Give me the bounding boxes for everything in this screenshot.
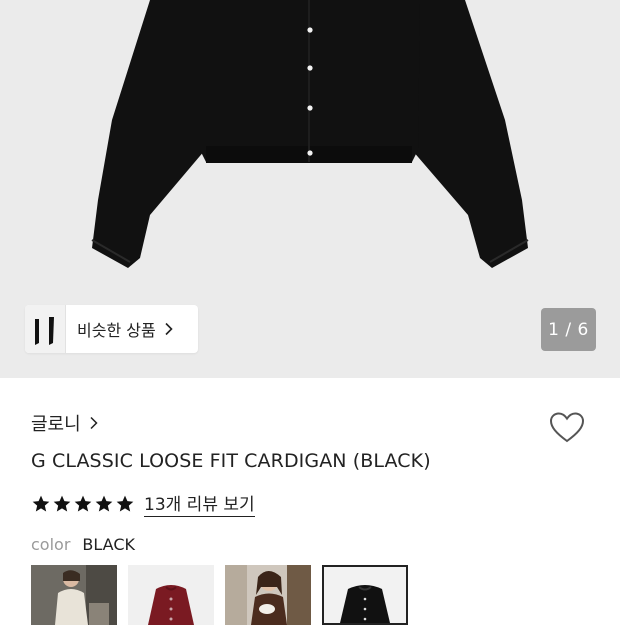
heart-icon[interactable]: [547, 408, 587, 448]
product-image-gallery[interactable]: 비슷한 상품 1 / 6: [0, 0, 620, 378]
selected-color-value: BLACK: [82, 535, 135, 554]
similar-thumb: [39, 305, 66, 353]
star-icon: [95, 495, 113, 511]
chevron-right-icon: [89, 416, 99, 430]
color-label: color: [31, 535, 71, 554]
color-option-row: color BLACK: [31, 535, 135, 554]
brand-link[interactable]: 글로니: [31, 410, 99, 436]
star-icon: [74, 495, 92, 511]
rating-stars: [31, 494, 135, 514]
color-swatches: [31, 565, 408, 625]
star-icon: [32, 495, 50, 511]
rating-row: 13개 리뷰 보기: [31, 490, 255, 517]
similar-products-label: 비슷한 상품: [77, 321, 156, 340]
reviews-link[interactable]: 13개 리뷰 보기: [144, 490, 255, 517]
swatch-model-brown[interactable]: [225, 565, 311, 625]
swatch-burgundy[interactable]: [128, 565, 214, 625]
brand-name: 글로니: [31, 414, 81, 435]
swatch-black[interactable]: [322, 565, 408, 625]
similar-thumbnails: [25, 305, 73, 353]
star-icon: [53, 495, 71, 511]
star-icon: [116, 495, 134, 511]
image-page-indicator: 1 / 6: [541, 308, 596, 351]
chevron-right-icon: [164, 322, 174, 336]
product-title: G CLASSIC LOOSE FIT CARDIGAN (BLACK): [31, 450, 431, 472]
swatch-model-ivory[interactable]: [31, 565, 117, 625]
similar-products-button[interactable]: 비슷한 상품: [25, 305, 198, 353]
